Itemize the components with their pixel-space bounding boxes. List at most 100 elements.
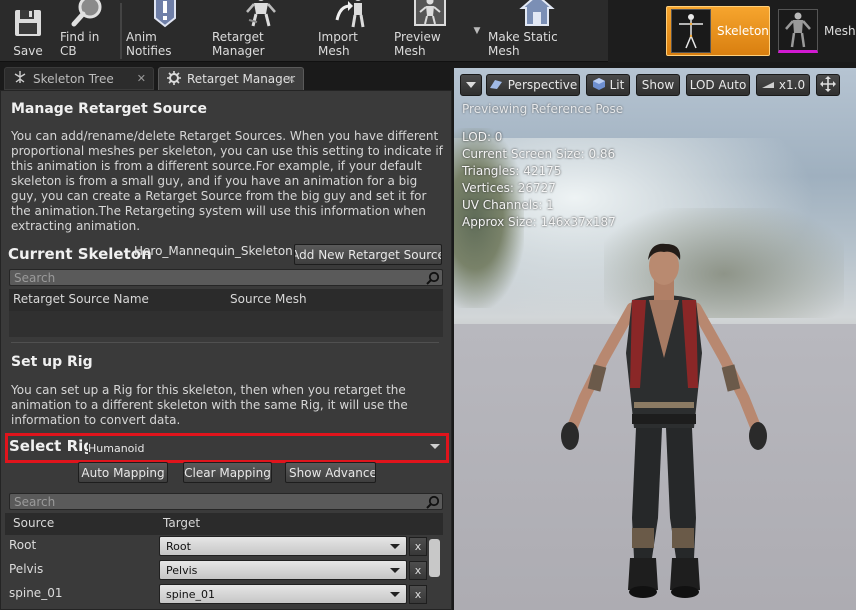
maximize-viewport-button[interactable] (816, 74, 840, 96)
show-advanced-button[interactable]: Show Advanced (285, 462, 376, 483)
chevron-down-icon (430, 444, 440, 449)
retarget-manager-button[interactable]: Retarget Manager (208, 0, 314, 62)
tab-label: Retarget Manager (187, 72, 296, 86)
tab-row: Skeleton Tree ✕ Retarget Manager ✕ (0, 64, 452, 90)
preview-mesh-icon (412, 0, 448, 28)
search-input[interactable] (10, 494, 442, 509)
retarget-source-list (9, 311, 443, 337)
select-rig-row: Select Rig Humanoid (5, 433, 449, 463)
lit-button[interactable]: Lit (586, 74, 630, 96)
clear-target-button[interactable]: x (409, 585, 427, 604)
viewport-stat-screen-size: Current Screen Size: 0.86 (462, 147, 616, 161)
mapping-source: Root (9, 538, 37, 552)
tab-label: Skeleton Tree (33, 71, 114, 86)
auto-mapping-button[interactable]: Auto Mapping (78, 462, 168, 483)
search-icon[interactable] (426, 495, 440, 509)
mapping-target-value: Root (166, 539, 191, 553)
mapping-row: spine_01 spine_01 x (1, 582, 427, 606)
previewing-status: Previewing Reference Pose (462, 102, 624, 116)
chevron-down-icon (390, 568, 400, 573)
rig-select-dropdown[interactable]: Humanoid (88, 438, 446, 458)
lit-label: Lit (609, 78, 625, 92)
skeleton-mode-label: Skeleton (717, 24, 769, 38)
retarget-tab-icon (167, 70, 181, 88)
make-static-mesh-label: Make Static Mesh (488, 30, 558, 58)
skeleton-tree-icon (13, 70, 27, 87)
tab-retarget-manager[interactable]: Retarget Manager ✕ (158, 67, 304, 90)
import-mesh-button[interactable]: Import Mesh (314, 0, 390, 62)
close-icon[interactable]: ✕ (287, 73, 296, 86)
save-button[interactable]: Save (0, 0, 56, 62)
set-up-rig-heading: Set up Rig (11, 354, 93, 370)
select-rig-label: Select Rig (9, 437, 95, 455)
mesh-mode-label: Mesh (824, 24, 856, 38)
perspective-icon (489, 78, 503, 93)
viewport-stat-lod: LOD: 0 (462, 130, 503, 144)
tab-skeleton-tree[interactable]: Skeleton Tree ✕ (4, 67, 154, 90)
skeleton-thumbnail-icon (671, 9, 711, 53)
mapping-target-dropdown[interactable]: Pelvis (159, 560, 407, 580)
mapping-source: Pelvis (9, 562, 44, 576)
speed-icon (761, 78, 775, 92)
magnifier-icon (70, 0, 106, 28)
rig-mapping-header: Source Target (5, 513, 443, 535)
retarget-icon (243, 0, 279, 28)
mapping-target-dropdown[interactable]: Root (159, 536, 407, 556)
viewport-options-dropdown[interactable] (460, 74, 482, 96)
move-arrows-icon (820, 75, 836, 95)
column-header-source[interactable]: Source (13, 516, 54, 530)
perspective-button[interactable]: Perspective (486, 74, 580, 96)
section-divider (11, 342, 439, 343)
retarget-source-list-header: Retarget Source Name Source Mesh (9, 289, 443, 311)
search-icon[interactable] (426, 271, 440, 285)
mapping-source: spine_01 (9, 586, 63, 600)
skeleton-mode-button[interactable]: Skeleton (666, 6, 770, 56)
preview-mesh-label: Preview Mesh (394, 30, 441, 58)
mesh-thumbnail-icon (778, 9, 818, 53)
retarget-source-description: You can add/rename/delete Retarget Sourc… (11, 129, 443, 233)
add-new-retarget-source-button[interactable]: Add New Retarget Source (294, 244, 442, 265)
playback-speed-button[interactable]: x1.0 (756, 74, 810, 96)
rig-description: You can set up a Rig for this skeleton, … (11, 383, 408, 427)
mapping-target-value: spine_01 (166, 587, 216, 601)
manage-retarget-source-heading: Manage Retarget Source (11, 101, 207, 117)
find-in-cb-button[interactable]: Find in CB (56, 0, 120, 62)
retarget-manager-label: Retarget Manager (212, 30, 265, 58)
viewport-stat-approx-size: Approx Size: 146x37x187 (462, 215, 616, 229)
close-icon[interactable]: ✕ (137, 72, 146, 85)
preview-mesh-button[interactable]: Preview Mesh (390, 0, 470, 62)
show-button[interactable]: Show (636, 74, 680, 96)
character-preview-mesh (561, 243, 767, 598)
clear-target-button[interactable]: x (409, 561, 427, 580)
save-label: Save (13, 44, 43, 58)
current-skeleton-value: Hero_Mannequin_Skeleton (134, 244, 293, 258)
column-header-target[interactable]: Target (163, 516, 200, 530)
clear-target-button[interactable]: x (409, 537, 427, 556)
preview-mesh-dropdown-icon[interactable]: ▼ (470, 0, 484, 61)
column-header-source-mesh[interactable]: Source Mesh (230, 292, 307, 306)
mesh-mode-button[interactable]: Mesh (774, 6, 856, 56)
lit-sphere-icon (592, 77, 606, 94)
mapping-target-value: Pelvis (166, 563, 198, 577)
save-icon (10, 4, 46, 42)
mapping-scrollbar[interactable] (429, 539, 440, 577)
rig-mapping-search (9, 493, 443, 510)
perspective-label: Perspective (507, 78, 578, 92)
viewport-stat-triangles: Triangles: 42175 (462, 164, 562, 178)
anim-notifies-button[interactable]: Anim Notifies (122, 0, 208, 62)
notify-icon (147, 0, 183, 28)
search-input[interactable] (10, 270, 442, 285)
mapping-row: Pelvis Pelvis x (1, 558, 427, 582)
house-icon (519, 0, 555, 28)
lod-auto-button[interactable]: LOD Auto (686, 74, 750, 96)
mapping-target-dropdown[interactable]: spine_01 (159, 584, 407, 604)
preview-viewport[interactable]: Perspective Lit Show LOD Auto x1.0 Previ… (454, 68, 856, 610)
speed-label: x1.0 (778, 78, 806, 92)
make-static-mesh-button[interactable]: Make Static Mesh (484, 0, 590, 62)
viewport-stat-uv-channels: UV Channels: 1 (462, 198, 554, 212)
anim-notifies-label: Anim Notifies (126, 30, 172, 58)
column-header-source-name[interactable]: Retarget Source Name (13, 292, 149, 306)
chevron-down-icon (390, 592, 400, 597)
clear-mapping-button[interactable]: Clear Mapping (183, 462, 272, 483)
import-icon (334, 0, 370, 28)
